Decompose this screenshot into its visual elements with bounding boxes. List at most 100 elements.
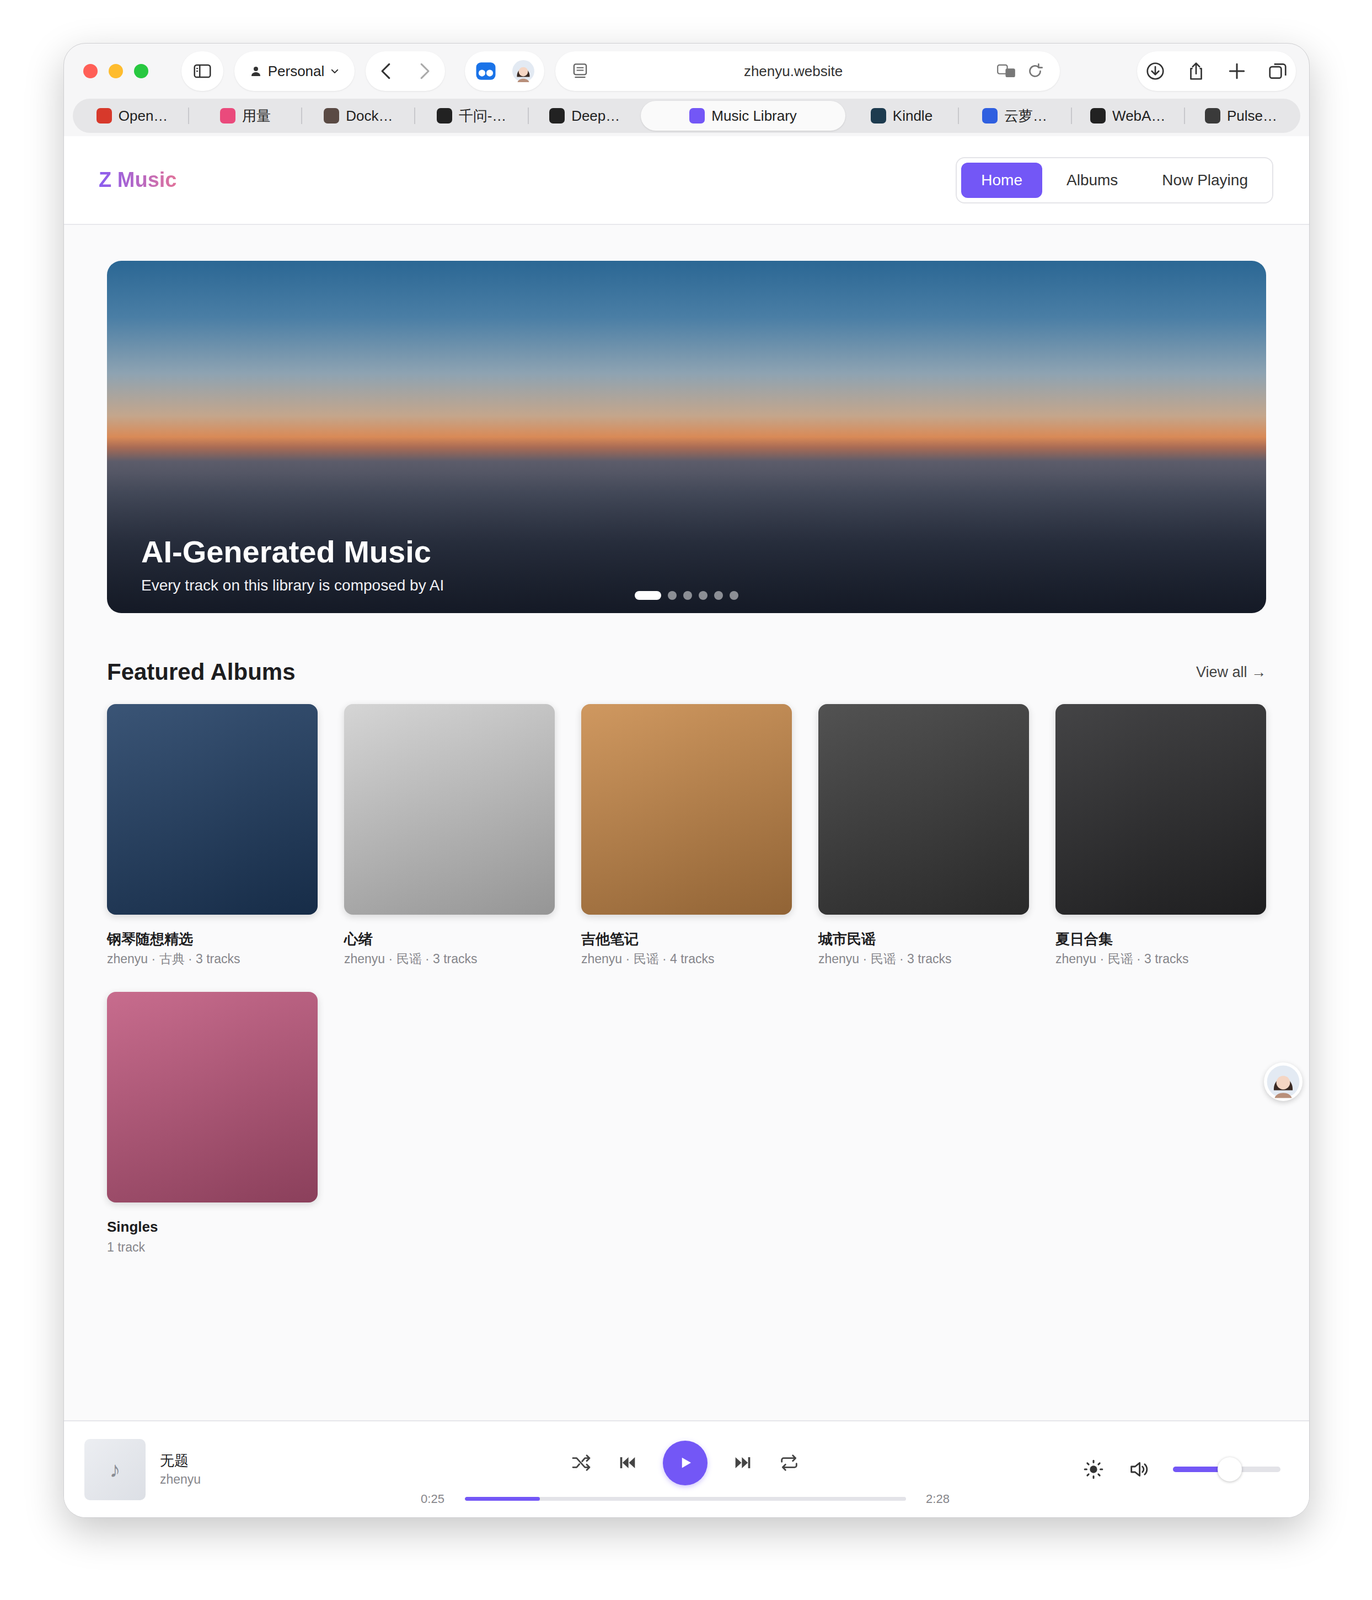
extension-icon[interactable] [474, 59, 498, 83]
album-title: 吉他笔记 [581, 929, 792, 950]
browser-tab[interactable]: Music Library [640, 100, 846, 131]
volume-icon[interactable] [1127, 1458, 1150, 1481]
main-content: AI-Generated Music Every track on this l… [63, 224, 1310, 1421]
person-icon [249, 64, 263, 78]
carousel-dot[interactable] [634, 591, 662, 600]
tab-overview-icon[interactable] [1267, 60, 1289, 82]
album-card[interactable]: 吉他笔记 zhenyu · 民谣 · 4 tracks [581, 704, 792, 969]
back-icon[interactable] [376, 60, 398, 82]
play-icon [677, 1454, 694, 1472]
album-title: 夏日合集 [1055, 929, 1267, 950]
tab-separator [1070, 107, 1073, 125]
reload-icon[interactable] [1024, 60, 1046, 82]
section-title: Featured Albums [106, 657, 296, 688]
zoom-button[interactable] [134, 63, 149, 79]
progress-bar[interactable] [464, 1497, 907, 1502]
album-cover [106, 704, 318, 915]
carousel-dot[interactable] [714, 591, 723, 600]
favicon-icon [436, 108, 453, 124]
volume-slider[interactable] [1172, 1466, 1281, 1473]
tab-separator [301, 107, 303, 125]
browser-tab[interactable]: Dock… [302, 100, 415, 131]
shuffle-icon[interactable] [570, 1451, 593, 1475]
browser-tab[interactable]: Pulse… [1185, 100, 1298, 131]
carousel-dot[interactable] [667, 591, 677, 600]
album-card[interactable]: 心绪 zhenyu · 民谣 · 3 tracks [344, 704, 555, 969]
nav-item[interactable]: Home [961, 162, 1043, 198]
address-bar[interactable]: zhenyu.website [555, 51, 1060, 91]
browser-tab[interactable]: Kindle [845, 100, 958, 131]
carousel-dot[interactable] [683, 591, 693, 600]
window-controls [83, 63, 149, 79]
favicon-icon [1204, 108, 1221, 124]
browser-tab[interactable]: 千问-… [415, 100, 528, 131]
browser-tab[interactable]: 用量 [189, 100, 302, 131]
hero-banner[interactable]: AI-Generated Music Every track on this l… [106, 260, 1267, 614]
elapsed-time: 0:25 [420, 1492, 446, 1507]
forward-icon[interactable] [413, 60, 435, 82]
minimize-button[interactable] [108, 63, 123, 79]
desktop: Personal zhenyu.website Open… 用量 Dock… 千… [0, 0, 1372, 1600]
album-meta: zhenyu · 民谣 · 3 tracks [1055, 950, 1267, 968]
player-bar: ♪ 无题 zhenyu 0:25 2:28 [63, 1420, 1310, 1518]
favicon-icon [982, 108, 998, 124]
hero-title: AI-Generated Music [141, 533, 444, 571]
url-text: zhenyu.website [598, 62, 989, 80]
web-page: Z Music HomeAlbumsNow Playing AI-Generat… [63, 136, 1310, 1518]
track-artist: zhenyu [159, 1470, 201, 1489]
album-meta: 1 track [106, 1238, 318, 1257]
carousel-dots [634, 591, 739, 600]
translate-icon[interactable] [995, 60, 1017, 82]
close-button[interactable] [83, 63, 98, 79]
tab-label: Pulse… [1226, 107, 1278, 125]
album-title: 心绪 [344, 929, 555, 950]
theme-sun-icon[interactable] [1082, 1458, 1105, 1481]
app-header: Z Music HomeAlbumsNow Playing [63, 136, 1310, 225]
tab-label: WebA… [1112, 107, 1166, 125]
browser-tab[interactable]: 云萝… [958, 100, 1071, 131]
assistant-avatar[interactable] [1263, 1062, 1303, 1102]
hero-subtitle: Every track on this library is composed … [141, 576, 444, 595]
album-card[interactable]: 夏日合集 zhenyu · 民谣 · 3 tracks [1055, 704, 1267, 969]
duration-time: 2:28 [925, 1492, 951, 1507]
new-tab-icon[interactable] [1226, 60, 1248, 82]
tab-label: Dock… [345, 107, 393, 125]
reader-icon[interactable] [569, 60, 591, 82]
tab-separator [1183, 107, 1186, 125]
album-title: 城市民谣 [818, 929, 1029, 950]
tab-separator [414, 107, 416, 125]
previous-icon[interactable] [616, 1451, 639, 1475]
sidebar-button[interactable] [181, 51, 224, 91]
browser-tab[interactable]: Open… [76, 100, 189, 131]
download-icon[interactable] [1144, 60, 1166, 82]
tab-label: 千问-… [458, 106, 507, 126]
album-card[interactable]: 城市民谣 zhenyu · 民谣 · 3 tracks [818, 704, 1029, 969]
favicon-icon [870, 108, 887, 124]
album-title: 钢琴随想精选 [106, 929, 318, 950]
browser-tab[interactable]: Deep… [528, 100, 641, 131]
browser-window: Personal zhenyu.website Open… 用量 Dock… 千… [63, 43, 1310, 1519]
album-card[interactable]: 钢琴随想精选 zhenyu · 古典 · 3 tracks [106, 704, 318, 969]
toolbar-actions [1137, 51, 1296, 91]
nav-item[interactable]: Now Playing [1142, 162, 1268, 198]
next-icon[interactable] [731, 1451, 754, 1475]
favicon-icon [1090, 108, 1106, 124]
volume-knob[interactable] [1217, 1457, 1242, 1482]
album-card[interactable]: Singles 1 track [106, 992, 318, 1257]
logo[interactable]: Z Music [98, 168, 177, 192]
view-all-link[interactable]: View all → [1196, 663, 1267, 682]
avatar-extension-icon[interactable] [511, 59, 535, 83]
profile-button[interactable]: Personal [234, 51, 355, 91]
share-icon[interactable] [1185, 60, 1207, 82]
repeat-icon[interactable] [778, 1451, 801, 1475]
history-buttons [365, 51, 446, 91]
tab-label: Open… [118, 107, 169, 125]
favicon-icon [549, 108, 565, 124]
play-button[interactable] [662, 1440, 708, 1486]
tab-separator [957, 107, 959, 125]
album-cover [581, 704, 792, 915]
carousel-dot[interactable] [698, 591, 708, 600]
browser-tab[interactable]: WebA… [1072, 100, 1184, 131]
carousel-dot[interactable] [729, 591, 739, 600]
nav-item[interactable]: Albums [1046, 162, 1138, 198]
